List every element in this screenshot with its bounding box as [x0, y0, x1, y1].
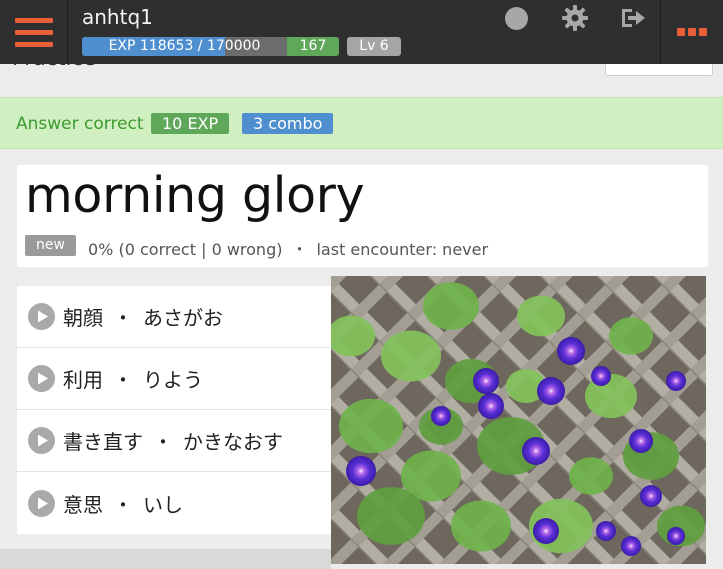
flower: [537, 377, 565, 405]
flower: [346, 456, 376, 486]
leaf: [423, 282, 479, 330]
reading-kanji: 朝顔: [63, 306, 103, 330]
reading-item[interactable]: 朝顔・あさがお: [17, 286, 331, 348]
leaf: [569, 457, 613, 495]
reading-dot: ・: [113, 306, 133, 330]
flower: [557, 337, 585, 365]
flower: [596, 521, 616, 541]
logout-icon[interactable]: [619, 6, 647, 30]
reading-kana: あさがお: [143, 306, 223, 330]
stats-separator: ・: [291, 240, 308, 259]
exp-text: EXP 118653 / 170000: [108, 38, 261, 54]
gear-icon[interactable]: [561, 4, 589, 32]
reading-kana: かきなおす: [183, 430, 283, 454]
circle-icon[interactable]: [505, 7, 528, 30]
answer-alert: Answer correct 10 EXP 3 combo: [0, 97, 723, 149]
leaf: [381, 330, 441, 382]
reading-kana: りよう: [143, 368, 203, 392]
more-icon: [677, 28, 685, 36]
reading-dot: ・: [113, 368, 133, 392]
alert-message: Answer correct: [16, 114, 144, 134]
leaf: [451, 500, 511, 552]
flower: [591, 366, 611, 386]
flower: [473, 368, 499, 394]
flower: [621, 536, 641, 556]
username: anhtq1: [82, 5, 153, 29]
reading-kanji: 意思: [63, 492, 103, 517]
word-card: morning glory new 0% (0 correct | 0 wron…: [17, 165, 708, 267]
reading-kana: いし: [143, 492, 183, 517]
flower: [629, 429, 653, 453]
reading-kanji: 書き直す: [63, 430, 143, 454]
reading-list: 朝顔・あさがお 利用・りよう 書き直す・かきなおす 意思・いし: [17, 286, 331, 534]
exp-remaining-badge: 167: [287, 37, 339, 56]
reading-dot: ・: [153, 430, 173, 454]
leaf: [609, 317, 653, 355]
leaf: [357, 487, 425, 545]
play-icon[interactable]: [28, 303, 55, 330]
reading-dot: ・: [113, 492, 133, 517]
leaf: [517, 295, 565, 337]
top-bar: anhtq1 EXP 118653 / 170000 167 Lv 6: [0, 0, 723, 64]
hamburger-icon: [14, 17, 53, 23]
flower: [431, 406, 451, 426]
flower: [478, 393, 504, 419]
play-icon[interactable]: [28, 489, 55, 517]
menu-button[interactable]: [0, 0, 68, 64]
more-button[interactable]: [660, 0, 723, 64]
word-stats: 0% (0 correct | 0 wrong) ・ last encounter:…: [88, 236, 488, 260]
leaf: [339, 398, 403, 454]
morning-glory-photo: [331, 276, 706, 564]
flower: [667, 527, 685, 545]
exp-gain-badge: 10 EXP: [151, 113, 230, 134]
reading-kanji: 利用: [63, 368, 103, 392]
word-photo: [331, 276, 706, 564]
flower: [533, 518, 559, 544]
new-badge: new: [25, 235, 76, 256]
reading-item[interactable]: 意思・いし: [17, 472, 331, 534]
level-badge: Lv 6: [347, 37, 401, 56]
last-encounter-text: last encounter: never: [316, 240, 489, 259]
flower: [640, 485, 662, 507]
play-icon[interactable]: [28, 365, 55, 392]
word-title: morning glory: [25, 167, 365, 224]
accuracy-text: 0% (0 correct | 0 wrong): [88, 240, 283, 259]
reading-item[interactable]: 書き直す・かきなおす: [17, 410, 331, 472]
flower: [666, 371, 686, 391]
flower: [522, 437, 550, 465]
play-icon[interactable]: [28, 427, 55, 454]
reading-item[interactable]: 利用・りよう: [17, 348, 331, 410]
combo-badge: 3 combo: [242, 113, 334, 134]
exp-progress-bar: EXP 118653 / 170000: [82, 37, 287, 56]
bottom-strip: [0, 549, 331, 569]
